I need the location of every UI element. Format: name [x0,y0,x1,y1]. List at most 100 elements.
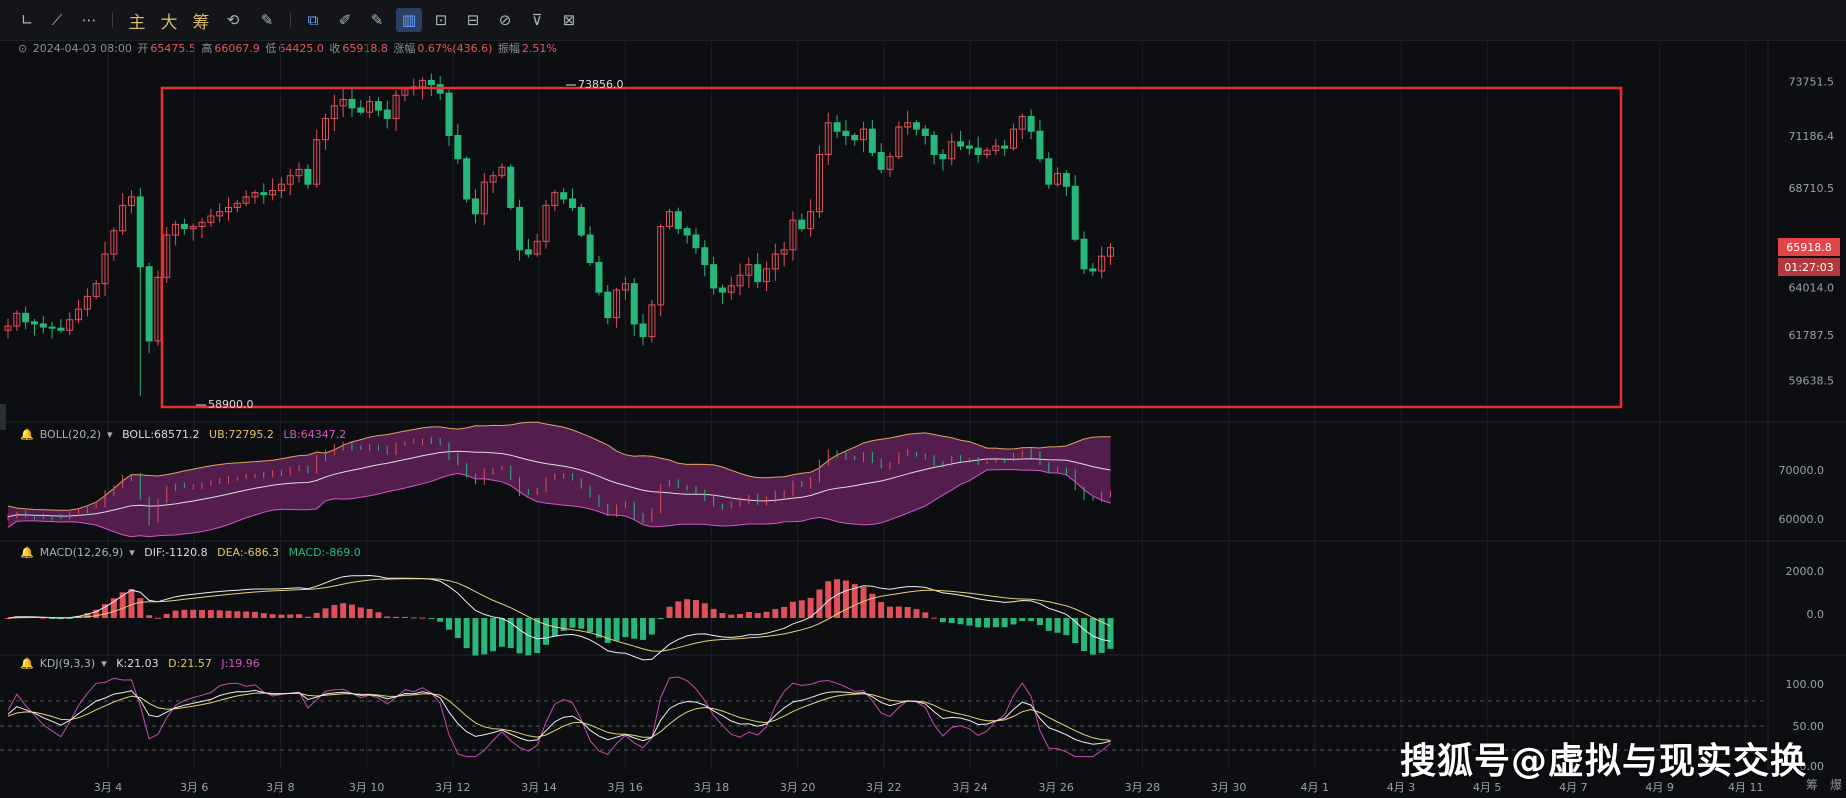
macd-bar [1107,618,1114,649]
macd-bar [692,600,699,618]
macd-bar [384,616,391,618]
macd-bar [340,603,347,618]
candle-body [851,134,859,141]
candle-body [921,128,929,136]
bell-icon[interactable]: 🔔 [20,657,34,670]
macd-bar [763,611,770,618]
macd-bar [772,609,779,618]
macd-bar [887,606,893,618]
macd-bar [375,612,382,618]
candle-body [692,234,700,249]
candle-body [180,223,188,230]
macd-bar [1001,618,1008,628]
boll-axis-bottom: 60000.0 [1779,513,1825,526]
time-axis-label: 3月 16 [607,781,643,794]
candle-body [1027,115,1035,132]
price-axis-label: 64014.0 [1789,282,1835,295]
macd-bar [278,614,285,618]
macd-bar [322,608,329,618]
time-axis-label: 3月 26 [1038,781,1074,794]
macd-bar [975,618,982,628]
macd-bar [842,580,849,618]
macd-bar [128,588,135,618]
price-axis-label: 71186.4 [1789,130,1835,143]
boll-axis-top: 70000.0 [1779,464,1825,477]
macd-bar [304,616,311,618]
candle-body [39,323,47,328]
macd-bar [357,607,364,618]
macd-bar [463,618,470,649]
candle-body [710,264,718,289]
macd-bar [1010,618,1017,625]
candle-body [754,264,762,283]
chart-canvas[interactable]: 73856.0 58900.0 73751.5 71186.4 68710.5 640… [0,0,1846,798]
time-axis-label: 3月 30 [1211,781,1247,794]
time-axis-label: 3月 22 [866,781,902,794]
candle-body [586,234,594,264]
price-axis-label: 73751.5 [1789,75,1835,88]
macd-bar [199,609,206,618]
candle-body [630,283,638,325]
corner-chip-label[interactable]: 筹 [1806,776,1818,793]
dropdown-icon[interactable]: ▾ [101,657,107,670]
macd-bar [895,606,902,618]
macd-bar [428,618,435,620]
kdj-k-line [7,689,1111,745]
last-price-tag: 65918.8 [1778,238,1840,256]
macd-bar [754,612,761,618]
macd-axis-zero: 0.0 [1807,608,1825,621]
candle-body [1036,130,1044,160]
candle-body [560,192,568,200]
macd-bar [1045,618,1052,631]
candle-body [348,98,356,109]
macd-bar [931,617,938,619]
candle-body [1071,185,1079,240]
candle-body [568,198,576,208]
macd-bar [666,606,673,618]
macd-bar [622,618,629,638]
dropdown-icon[interactable]: ▾ [107,428,113,441]
macd-bar [789,601,796,618]
candle-body [463,158,471,200]
macd-bar [225,610,232,618]
macd-bar [587,618,594,633]
time-axis-label: 3月 4 [94,781,123,794]
macd-bar [798,600,805,618]
macd-bar [657,618,664,620]
bell-icon[interactable]: 🔔 [20,428,34,441]
macd-bar [1063,618,1070,636]
macd-bar [1019,618,1026,622]
macd-bar [234,611,241,618]
macd-bar [516,618,523,654]
dropdown-icon[interactable]: ▾ [129,546,135,559]
macd-bar [331,604,338,618]
candle-body [868,128,876,153]
macd-bar [190,609,197,618]
candle-body [145,266,153,342]
macd-bar [613,618,620,641]
macd-bar [437,618,444,622]
macd-bar [728,614,735,618]
macd-bar [569,618,576,628]
macd-bar [454,618,461,638]
time-axis-label: 3月 10 [349,781,385,794]
macd-axis-top: 2000.0 [1786,565,1825,578]
time-axis-label: 4月 1 [1301,781,1330,794]
macd-bar [1028,618,1035,622]
pane-resize-handle[interactable] [0,404,6,430]
macd-bar [137,598,144,618]
bell-icon[interactable]: 🔔 [20,546,34,559]
candle-body [604,291,612,319]
macd-bar [296,614,303,618]
candle-body [454,134,462,160]
low-annotation: 58900.0 [208,398,254,411]
macd-bar [578,618,585,629]
candle-body [1001,145,1009,149]
candle-body [445,92,453,136]
corner-burst-label[interactable]: 爆 [1830,776,1842,793]
candle-body [912,122,920,130]
high-annotation: 73856.0 [578,78,624,91]
candle-body [22,312,30,323]
macd-bar [251,611,258,618]
macd-bar [904,606,911,618]
